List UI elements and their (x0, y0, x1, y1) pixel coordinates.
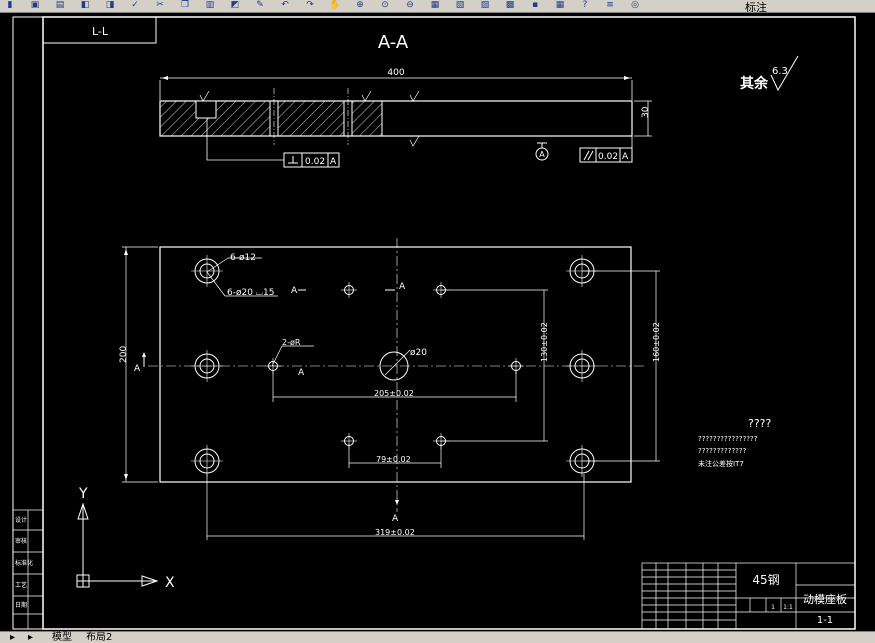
section-mark-a2: A (298, 368, 305, 378)
plan-view: ø20 6-ø12 6-ø20 ⌴15 2-øR A A A A A 200 2… (119, 238, 661, 540)
stamp-label: 工艺 (15, 581, 27, 589)
section-mark-bottom: A (392, 514, 399, 524)
layer-state-icon[interactable]: ◎ (629, 0, 641, 11)
open-icon[interactable]: ▮ (4, 0, 16, 11)
dim-thickness: 30 (641, 106, 651, 118)
zoom-realtime-icon[interactable]: ⊕ (354, 0, 366, 11)
roughness-prefix: 其余 (740, 75, 769, 92)
design-center-icon[interactable]: ▧ (454, 0, 466, 11)
dim-160: 160±0.02 (652, 322, 661, 362)
stamp-label: 日期 (15, 601, 27, 609)
stamp-label: 设计 (15, 516, 27, 524)
dim-130: 130±0.02 (540, 322, 549, 362)
outer-frame (12, 16, 856, 630)
pan-icon[interactable]: ✋ (329, 0, 341, 11)
dim-length: 400 (387, 68, 404, 78)
axis-x-label: X (165, 575, 175, 591)
title-drawing-no: 1-1 (817, 615, 833, 626)
dim-height: 200 (119, 346, 129, 363)
title-scale-2: 1:1 (783, 604, 793, 611)
hole-label-3: 2-øR (282, 338, 301, 347)
section-title: A-A (378, 32, 409, 53)
tab-nav-next-icon[interactable]: ▸ (28, 632, 33, 643)
notes-title: ???? (748, 417, 772, 430)
section-mark-a: A (291, 286, 298, 296)
markup-icon[interactable]: ▪ (529, 0, 541, 11)
preview-icon[interactable]: ◧ (79, 0, 91, 11)
tab-nav-first-icon[interactable]: ▸ (10, 632, 15, 643)
properties-icon[interactable]: ▦ (429, 0, 441, 11)
save-icon[interactable]: ▣ (29, 0, 41, 11)
ucs-icon (76, 502, 159, 588)
undo-icon[interactable]: ↶ (279, 0, 291, 11)
section-view: 400 30 0.02 A A 0.02 A (159, 68, 652, 168)
sheet-icon[interactable]: ▩ (504, 0, 516, 11)
notes-line-3: 未注公差按IT7 (698, 459, 744, 468)
print-icon[interactable]: ▤ (54, 0, 66, 11)
center-hole-label: ø20 (410, 348, 427, 358)
calc-icon[interactable]: ▦ (554, 0, 566, 11)
tab-layout[interactable]: 布局2 (86, 632, 112, 643)
stamp-label: 标准化 (15, 559, 33, 567)
copy-icon[interactable]: ❐ (179, 0, 191, 11)
notes-line-2: ????????????? (698, 447, 747, 455)
axis-y-label: Y (78, 486, 88, 502)
zoom-window-icon[interactable]: ⊙ (379, 0, 391, 11)
tol-par-value: 0.02 (598, 152, 618, 162)
notes-line-1: ???????????????? (698, 435, 758, 443)
hole-label-1: 6-ø12 (230, 253, 256, 263)
dim-205: 205±0.02 (374, 389, 414, 398)
layer-icon[interactable]: ≡ (604, 0, 616, 11)
hole-label-2: 6-ø20 ⌴15 (227, 288, 274, 298)
layout-tabs: ▸ ▸ 模型 布局2 (0, 631, 875, 643)
corner-tag: L-L (92, 25, 109, 38)
title-material: 45钢 (752, 573, 779, 587)
cut-icon[interactable]: ✂ (154, 0, 166, 11)
drawing-canvas[interactable]: L-L A-A 其余 6.3 400 30 0.02 A A 0.02 A ø2… (0, 12, 875, 631)
tol-perp-datum: A (330, 157, 337, 167)
tool-palette-icon[interactable]: ▨ (479, 0, 491, 11)
zoom-previous-icon[interactable]: ⊖ (404, 0, 416, 11)
section-mark-left: A (134, 364, 141, 374)
match-icon[interactable]: ◩ (229, 0, 241, 11)
left-stamp-table (12, 509, 44, 630)
datum-symbol: A (539, 150, 545, 159)
brush-icon[interactable]: ✎ (254, 0, 266, 11)
dim-319: 319±0.02 (375, 528, 415, 537)
plot-icon[interactable]: ◨ (104, 0, 116, 11)
dim-79: 79±0.02 (376, 455, 411, 464)
roughness-value: 6.3 (772, 66, 788, 77)
redo-icon[interactable]: ↷ (304, 0, 316, 11)
tab-model[interactable]: 模型 (52, 632, 72, 643)
help-icon[interactable]: ? (579, 0, 591, 11)
stamp-label: 审核 (15, 537, 27, 545)
tol-par-datum: A (622, 152, 629, 162)
tol-perp-value: 0.02 (305, 157, 325, 167)
paste-icon[interactable]: ▥ (204, 0, 216, 11)
title-scale-1: 1 (771, 604, 775, 611)
section-mark-top: A (399, 282, 406, 292)
title-part-name: 动模座板 (803, 592, 847, 606)
spell-icon[interactable]: ✓ (129, 0, 141, 11)
